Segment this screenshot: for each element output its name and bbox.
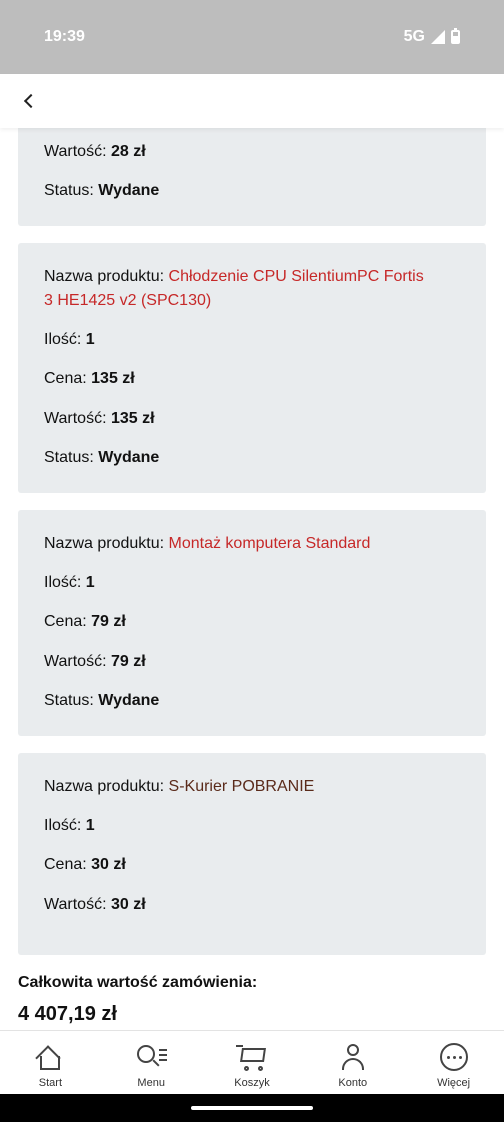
more-icon xyxy=(438,1043,470,1071)
system-gesture-bar xyxy=(0,1094,504,1122)
order-item-card: Nazwa produktu: Montaż komputera Standar… xyxy=(18,510,486,736)
order-item-card: Nazwa produktu: S-Kurier POBRANIE Ilość:… xyxy=(18,753,486,955)
back-button[interactable] xyxy=(14,86,44,116)
item-price-row: Cena: 79 zł xyxy=(44,613,126,630)
bottom-navigation: Start Menu Koszyk Konto Więcej xyxy=(0,1030,504,1094)
user-icon xyxy=(337,1043,369,1071)
status-icons: 5G xyxy=(404,28,460,46)
app-bar xyxy=(0,74,504,128)
product-link[interactable]: Montaż komputera Standard xyxy=(169,535,371,552)
item-value-row: Wartość: 135 zł xyxy=(44,410,155,427)
item-price-row: Cena: 135 zł xyxy=(44,370,135,387)
back-arrow-icon xyxy=(23,93,39,109)
product-link[interactable]: S-Kurier POBRANIE xyxy=(169,778,315,795)
nav-cart[interactable]: Koszyk xyxy=(202,1031,303,1094)
nav-label: Konto xyxy=(338,1077,368,1089)
nav-label: Koszyk xyxy=(234,1077,270,1089)
order-total-value: 4 407,19 zł xyxy=(18,1003,117,1025)
item-qty-row: Ilość: 1 xyxy=(44,574,95,591)
item-value-row: Wartość: 28 zł xyxy=(44,143,146,160)
nav-account[interactable]: Konto xyxy=(302,1031,403,1094)
item-name-row: Nazwa produktu: Chłodzenie CPU Silentium… xyxy=(44,268,424,285)
item-status-row: Status: Wydane xyxy=(44,692,160,709)
battery-icon xyxy=(451,28,460,44)
order-details[interactable]: Wartość: 28 zł Status: Wydane Nazwa prod… xyxy=(0,128,504,1030)
nav-label: Więcej xyxy=(437,1077,471,1089)
signal-icon xyxy=(431,30,445,44)
product-link-cont[interactable]: 3 HE1425 v2 (SPC130) xyxy=(44,292,211,309)
item-name-row: Nazwa produktu: S-Kurier POBRANIE xyxy=(44,778,315,795)
home-gesture-handle[interactable] xyxy=(191,1106,313,1110)
product-link[interactable]: Chłodzenie CPU SilentiumPC Fortis xyxy=(169,268,424,285)
item-price-row: Cena: 30 zł xyxy=(44,856,126,873)
order-total-label: Całkowita wartość zamówienia: xyxy=(18,974,258,991)
home-icon xyxy=(34,1043,66,1071)
status-time: 19:39 xyxy=(44,28,85,45)
item-name-row-cont: 3 HE1425 v2 (SPC130) xyxy=(44,289,460,313)
network-label: 5G xyxy=(403,28,425,45)
order-item-card: Nazwa produktu: Chłodzenie CPU Silentium… xyxy=(18,243,486,493)
status-bar: 19:39 5G xyxy=(0,0,504,74)
item-qty-row: Ilość: 1 xyxy=(44,331,95,348)
item-name-row: Nazwa produktu: Montaż komputera Standar… xyxy=(44,535,371,552)
nav-more[interactable]: Więcej xyxy=(403,1031,504,1094)
cart-icon xyxy=(235,1043,268,1071)
nav-start[interactable]: Start xyxy=(0,1031,101,1094)
item-value-row: Wartość: 30 zł xyxy=(44,896,146,913)
item-status-row: Status: Wydane xyxy=(44,182,160,199)
item-qty-row: Ilość: 1 xyxy=(44,817,95,834)
item-value-row: Wartość: 79 zł xyxy=(44,653,146,670)
nav-label: Start xyxy=(38,1077,63,1089)
nav-label: Menu xyxy=(137,1077,165,1089)
item-status-row: Status: Wydane xyxy=(44,449,160,466)
menu-search-icon xyxy=(135,1043,168,1071)
order-item-card: Wartość: 28 zł Status: Wydane xyxy=(18,128,486,226)
nav-menu[interactable]: Menu xyxy=(101,1031,202,1094)
